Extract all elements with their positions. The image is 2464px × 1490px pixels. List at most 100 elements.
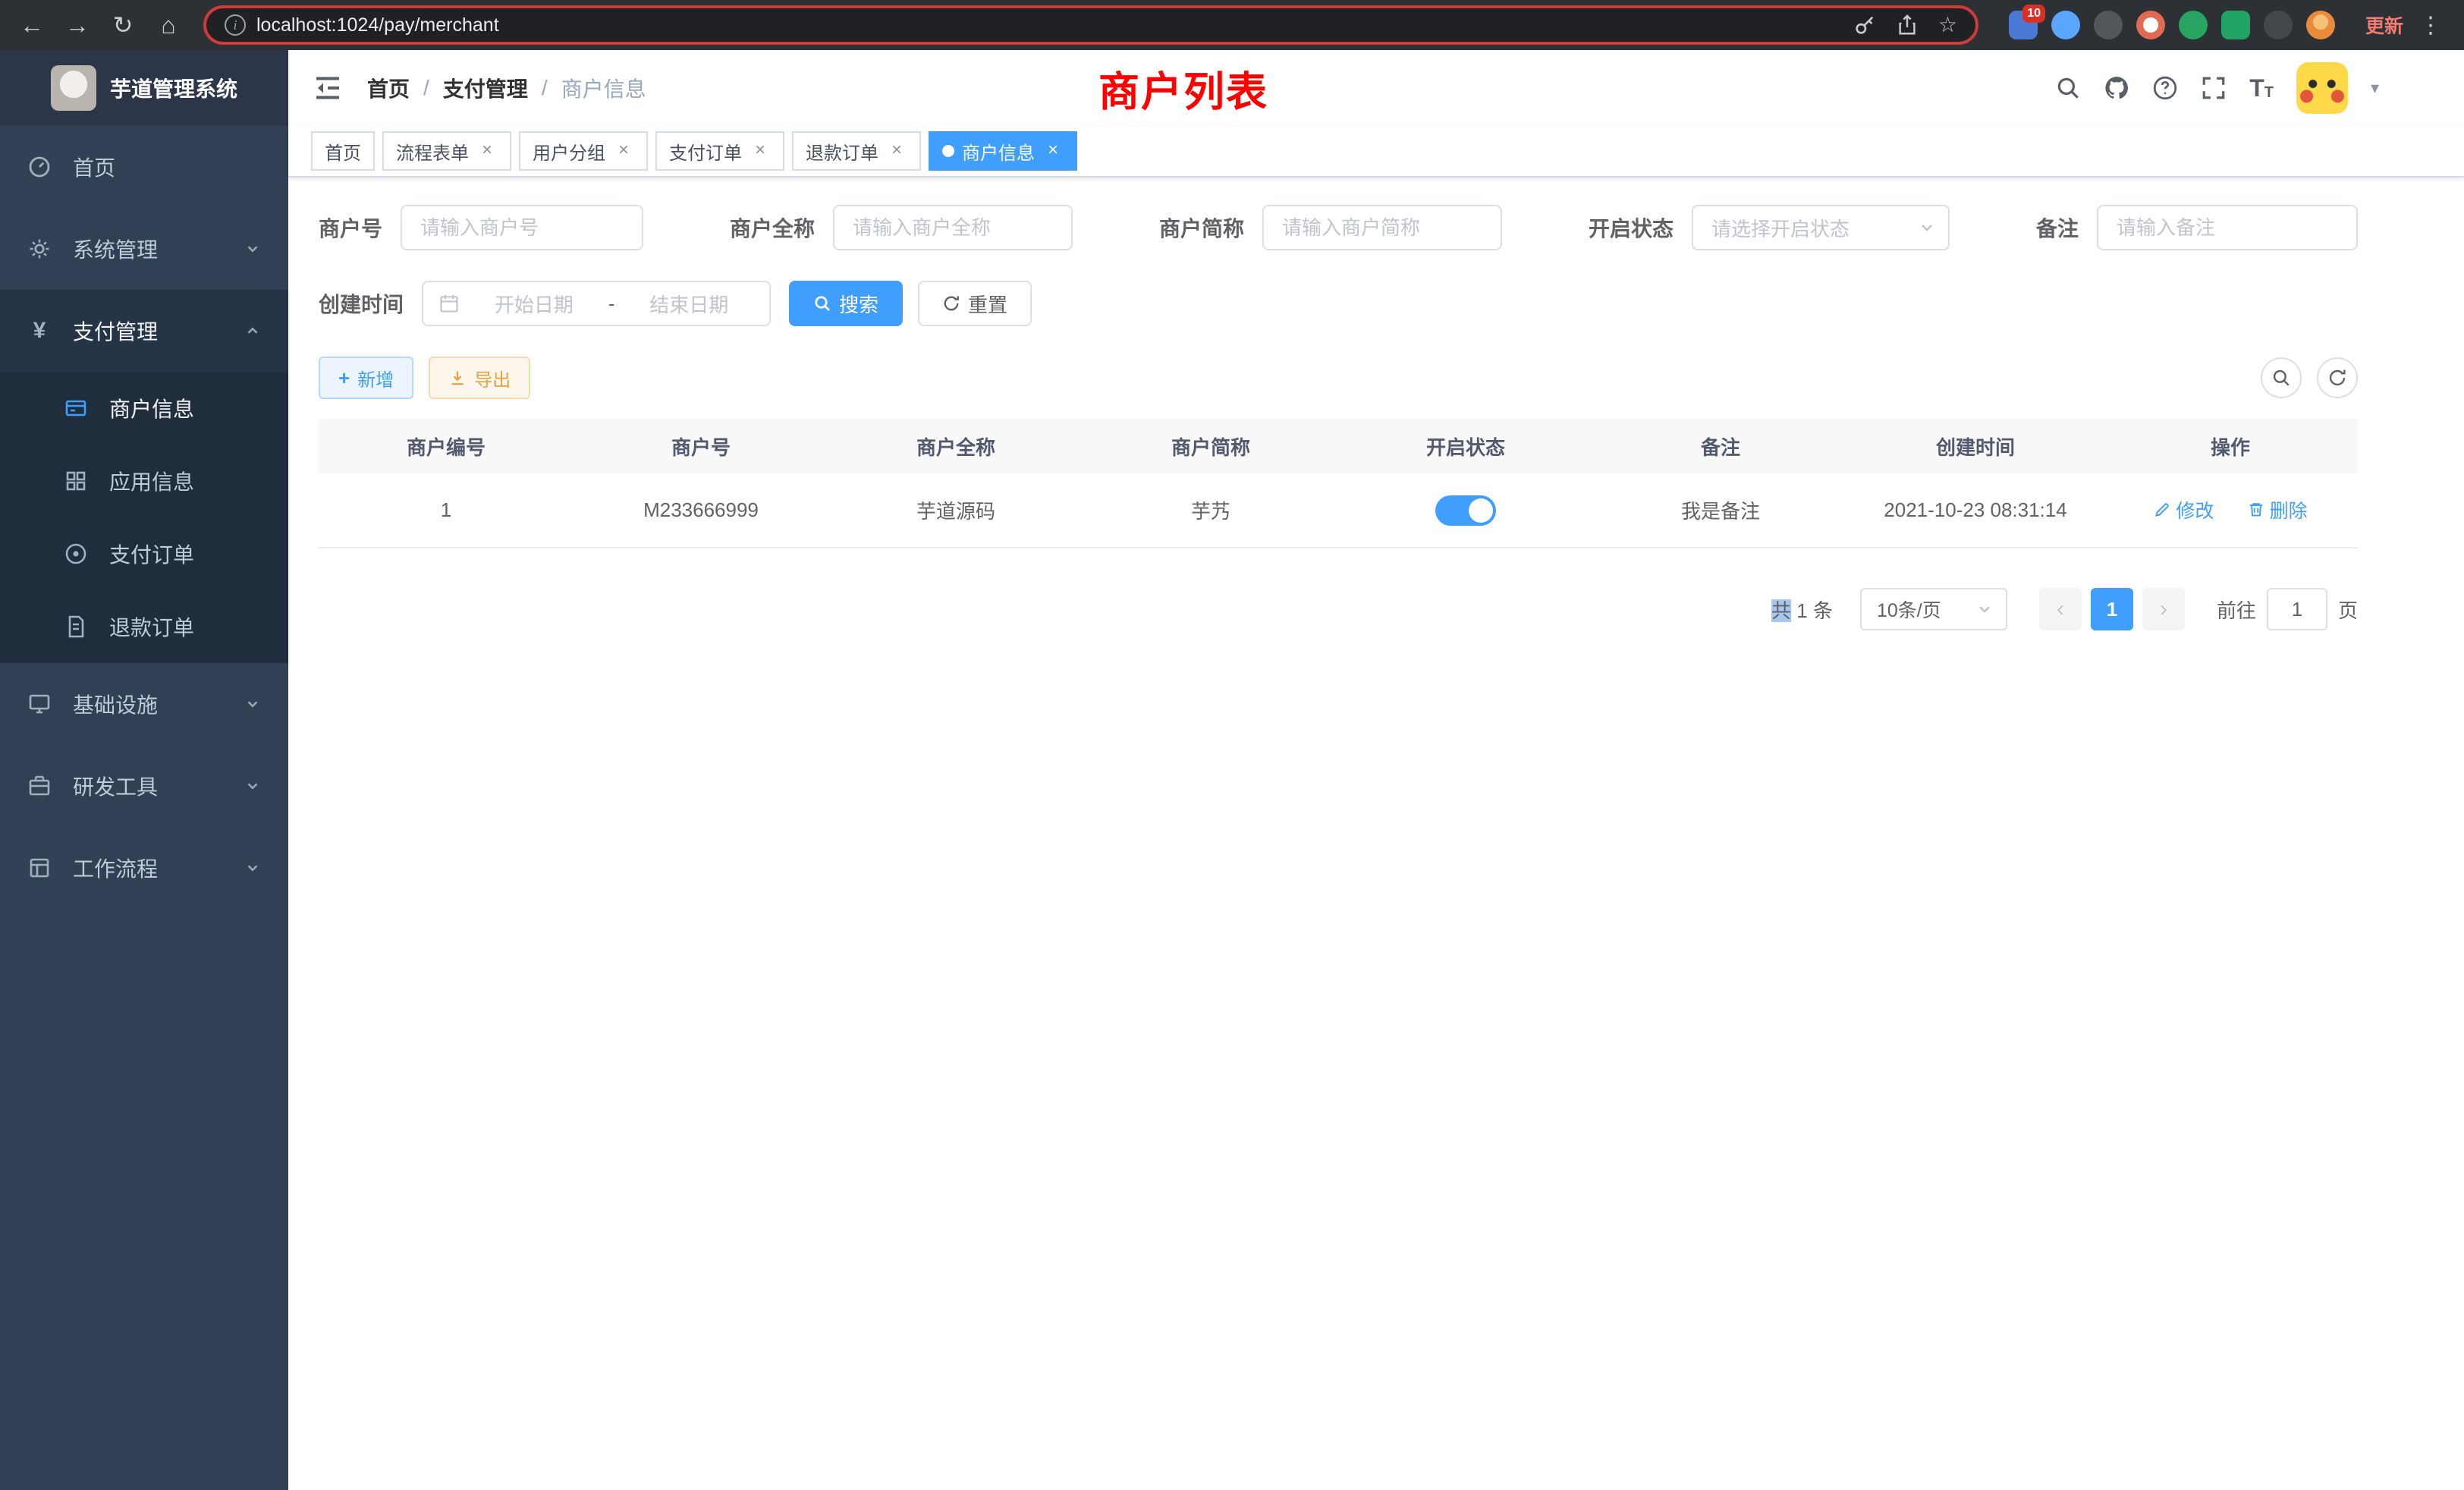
sidebar-item-label: 基础设施 bbox=[73, 689, 158, 719]
yen-icon: ¥ bbox=[27, 318, 52, 344]
disc-icon bbox=[64, 542, 88, 566]
browser-menu-icon[interactable]: ⋮ bbox=[2418, 12, 2443, 39]
page-size-select[interactable]: 10条/页 bbox=[1860, 588, 2007, 630]
sidebar-item-payment[interactable]: ¥ 支付管理 bbox=[0, 290, 288, 372]
search-icon[interactable] bbox=[2055, 75, 2081, 101]
sidebar-item-home[interactable]: 首页 bbox=[0, 126, 288, 208]
sidebar-item-label: 应用信息 bbox=[109, 466, 194, 496]
tab-process-form[interactable]: 流程表单 × bbox=[382, 131, 511, 171]
field-label: 商户号 bbox=[319, 212, 382, 243]
sidebar-item-app-info[interactable]: 应用信息 bbox=[0, 445, 288, 517]
logo-image bbox=[51, 65, 96, 111]
tab-label: 首页 bbox=[325, 138, 361, 165]
extensions-tray: 10 bbox=[2009, 11, 2335, 39]
prev-page-button[interactable]: ‹ bbox=[2039, 588, 2082, 630]
merchant-no-input[interactable] bbox=[401, 205, 643, 250]
address-bar[interactable]: i localhost:1024/pay/merchant ☆ bbox=[203, 5, 1978, 45]
hamburger-icon[interactable] bbox=[313, 73, 343, 103]
search-button[interactable]: 搜索 bbox=[789, 281, 903, 326]
export-button[interactable]: 导出 bbox=[429, 357, 530, 399]
profile-avatar-icon[interactable] bbox=[2306, 11, 2335, 39]
user-avatar[interactable] bbox=[2296, 62, 2348, 114]
close-icon[interactable]: × bbox=[476, 140, 498, 162]
sidebar-item-label: 系统管理 bbox=[73, 234, 158, 264]
close-icon[interactable]: × bbox=[886, 140, 907, 162]
tab-home[interactable]: 首页 bbox=[311, 131, 375, 171]
chevron-down-icon bbox=[244, 696, 261, 712]
chevron-down-icon bbox=[1918, 218, 1936, 237]
close-icon[interactable]: × bbox=[1042, 140, 1064, 162]
font-size-icon[interactable]: TT bbox=[2249, 76, 2274, 100]
field-label: 备注 bbox=[2036, 212, 2079, 243]
add-button[interactable]: + 新增 bbox=[319, 357, 413, 399]
extension-drop-icon[interactable] bbox=[2051, 11, 2080, 39]
field-create-time: 创建时间 开始日期 - 结束日期 bbox=[319, 281, 771, 326]
tab-merchant-info[interactable]: 商户信息 × bbox=[929, 131, 1077, 171]
extension-green-icon[interactable] bbox=[2179, 11, 2208, 39]
field-status: 开启状态 请选择开启状态 bbox=[1589, 205, 1950, 250]
next-page-button[interactable]: › bbox=[2142, 588, 2185, 630]
app-logo[interactable]: 芋道管理系统 bbox=[0, 50, 288, 126]
help-icon[interactable] bbox=[2152, 75, 2178, 101]
range-separator: - bbox=[608, 292, 615, 316]
toggle-search-button[interactable] bbox=[2261, 357, 2302, 398]
create-time-range-picker[interactable]: 开始日期 - 结束日期 bbox=[422, 281, 771, 326]
pagination: 共 1 条 10条/页 ‹ 1 › 前往 页 bbox=[319, 588, 2358, 630]
edit-button[interactable]: 修改 bbox=[2153, 496, 2214, 523]
extension-dark-icon[interactable] bbox=[2094, 11, 2123, 39]
sidebar-item-pay-order[interactable]: 支付订单 bbox=[0, 517, 288, 590]
merchant-table: 商户编号 商户号 商户全称 商户简称 开启状态 备注 创建时间 操作 1 M23… bbox=[319, 419, 2358, 549]
field-merchant-no: 商户号 bbox=[319, 205, 643, 250]
field-merchant-full-name: 商户全称 bbox=[730, 205, 1073, 250]
delete-button[interactable]: 删除 bbox=[2247, 496, 2308, 523]
extension-puzzle-icon[interactable]: 10 bbox=[2009, 11, 2038, 39]
extension-ring-icon[interactable] bbox=[2136, 11, 2165, 39]
download-icon bbox=[448, 369, 467, 387]
sidebar-item-infrastructure[interactable]: 基础设施 bbox=[0, 663, 288, 745]
toolbar-right bbox=[2261, 357, 2358, 398]
select-placeholder: 请选择开启状态 bbox=[1711, 214, 1918, 242]
goto-page-input[interactable] bbox=[2267, 588, 2327, 630]
briefcase-icon bbox=[27, 774, 52, 798]
breadcrumb-payment[interactable]: 支付管理 bbox=[443, 73, 528, 103]
annotation-title: 商户列表 bbox=[1098, 58, 1268, 118]
tab-pay-order[interactable]: 支付订单 × bbox=[655, 131, 784, 171]
browser-home-icon[interactable]: ⌂ bbox=[149, 5, 188, 45]
browser-back-icon[interactable]: ← bbox=[12, 5, 52, 45]
browser-forward-icon[interactable]: → bbox=[58, 5, 97, 45]
col-actions: 操作 bbox=[2103, 419, 2358, 473]
browser-update-button[interactable]: 更新 bbox=[2365, 11, 2403, 39]
refresh-table-button[interactable] bbox=[2317, 357, 2358, 398]
extension-pin-icon[interactable] bbox=[2264, 11, 2293, 39]
share-icon[interactable] bbox=[1896, 14, 1919, 36]
tab-user-group[interactable]: 用户分组 × bbox=[519, 131, 648, 171]
sidebar-item-refund-order[interactable]: 退款订单 bbox=[0, 590, 288, 663]
remark-input[interactable] bbox=[2097, 205, 2358, 250]
fullscreen-icon[interactable] bbox=[2201, 75, 2227, 101]
breadcrumb-home[interactable]: 首页 bbox=[367, 73, 410, 103]
merchant-short-name-input[interactable] bbox=[1262, 205, 1502, 250]
sidebar-item-merchant-info[interactable]: 商户信息 bbox=[0, 372, 288, 445]
status-toggle[interactable] bbox=[1435, 495, 1496, 526]
bookmark-star-icon[interactable]: ☆ bbox=[1938, 14, 1957, 36]
caret-down-icon[interactable]: ▾ bbox=[2371, 78, 2379, 98]
col-remark: 备注 bbox=[1593, 419, 1848, 473]
close-icon[interactable]: × bbox=[613, 140, 634, 162]
reset-button[interactable]: 重置 bbox=[918, 281, 1032, 326]
close-icon[interactable]: × bbox=[750, 140, 771, 162]
extension-note-icon[interactable] bbox=[2221, 11, 2250, 39]
site-info-icon[interactable]: i bbox=[225, 14, 246, 36]
tab-refund-order[interactable]: 退款订单 × bbox=[792, 131, 921, 171]
sidebar-item-system[interactable]: 系统管理 bbox=[0, 208, 288, 290]
status-select[interactable]: 请选择开启状态 bbox=[1692, 205, 1950, 250]
merchant-full-name-input[interactable] bbox=[833, 205, 1073, 250]
browser-reload-icon[interactable]: ↻ bbox=[103, 5, 143, 45]
cell-create-time: 2021-10-23 08:31:14 bbox=[1848, 473, 2103, 548]
cell-remark: 我是备注 bbox=[1593, 473, 1848, 548]
github-icon[interactable] bbox=[2104, 75, 2129, 101]
password-key-icon[interactable] bbox=[1853, 14, 1876, 36]
sidebar-item-workflow[interactable]: 工作流程 bbox=[0, 827, 288, 909]
sidebar-item-dev-tools[interactable]: 研发工具 bbox=[0, 745, 288, 827]
page-number-button[interactable]: 1 bbox=[2091, 588, 2133, 630]
field-label: 开启状态 bbox=[1589, 212, 1674, 243]
